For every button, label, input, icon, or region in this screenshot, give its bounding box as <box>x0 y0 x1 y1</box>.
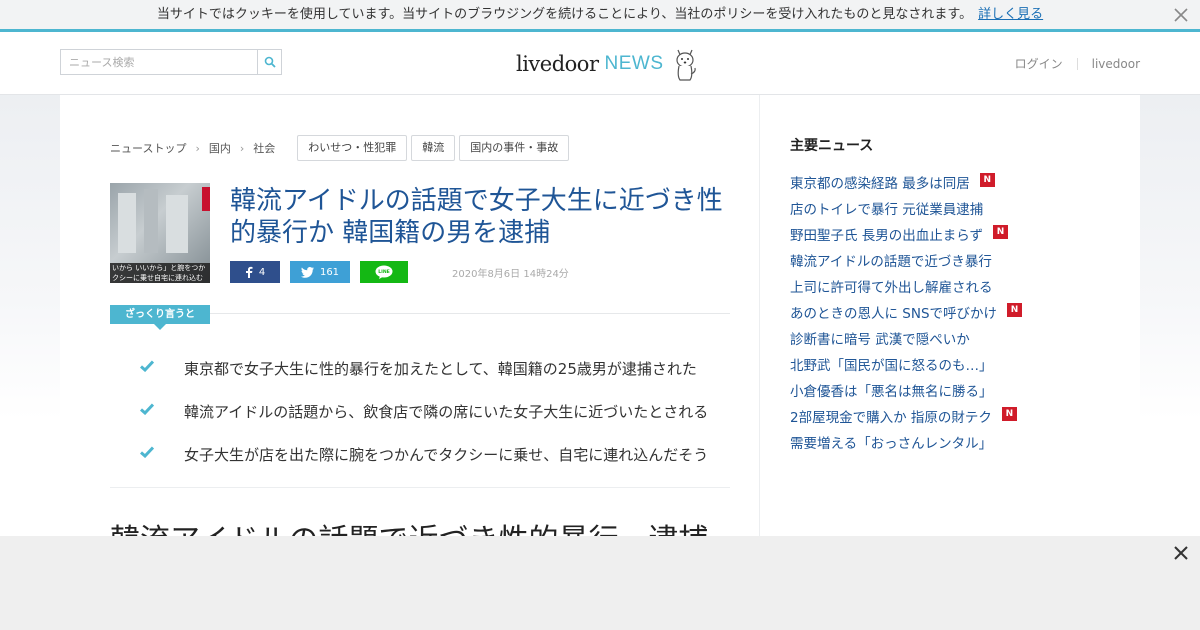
search-input[interactable] <box>61 50 257 74</box>
facebook-share-button[interactable]: 4 <box>230 261 280 283</box>
sidebar: 主要ニュース 東京都の感染経路 最多は同居 N 店のトイレで暴行 元従業員逮捕 野… <box>790 135 1090 455</box>
news-list-item[interactable]: 小倉優香は「悪名は無名に勝る」 <box>790 377 1090 403</box>
cookie-message: 当サイトではクッキーを使用しています。当サイトのブラウジングを続けることにより、… <box>156 7 973 22</box>
news-link[interactable]: 2部屋現金で購入か 指原の財テク <box>790 406 992 426</box>
new-badge: N <box>1007 303 1023 317</box>
news-link[interactable]: 店のトイレで暴行 元従業員逮捕 <box>790 198 983 218</box>
tag-hallyu[interactable]: 韓流 <box>411 135 456 161</box>
bottom-ad-overlay <box>0 536 1200 630</box>
chevron-right-icon: › <box>195 141 200 155</box>
breadcrumb: ニューストップ › 国内 › 社会 わいせつ・性犯罪 韓流 国内の事件・事故 <box>110 135 570 161</box>
header-divider <box>1076 57 1078 70</box>
publish-date: 2020年8月6日 14時24分 <box>452 268 569 280</box>
twitter-icon <box>300 266 314 278</box>
cookie-details-link[interactable]: 詳しく見る <box>978 7 1043 22</box>
tag-sex-crime[interactable]: わいせつ・性犯罪 <box>297 135 408 161</box>
news-list-item[interactable]: 韓流アイドルの話題で近づき暴行 <box>790 247 1090 273</box>
news-link[interactable]: 需要増える「おっさんレンタル」 <box>790 432 992 452</box>
search-form <box>60 49 282 75</box>
new-badge: N <box>993 225 1009 239</box>
share-buttons: 4 161 LINE 2020年8月6日 14時24分 <box>230 261 569 283</box>
news-link[interactable]: 野田聖子氏 長男の出血止まらず <box>790 224 983 244</box>
news-list-item[interactable]: 店のトイレで暴行 元従業員逮捕 <box>790 195 1090 221</box>
cookie-banner: 当サイトではクッキーを使用しています。当サイトのブラウジングを続けることにより、… <box>0 0 1200 32</box>
summary-point-text: 韓流アイドルの話題から、飲食店で隣の席にいた女子大生に近づいたとされる <box>184 403 709 421</box>
facebook-icon <box>245 266 253 278</box>
news-list-item[interactable]: あのときの恩人に SNSで呼びかけ N <box>790 299 1090 325</box>
twitter-share-button[interactable]: 161 <box>290 261 350 283</box>
top-news-list: 東京都の感染経路 最多は同居 N 店のトイレで暴行 元従業員逮捕 野田聖子氏 長男… <box>790 169 1090 455</box>
news-list-item[interactable]: 需要増える「おっさんレンタル」 <box>790 429 1090 455</box>
news-list-item[interactable]: 上司に許可得て外出し解雇される <box>790 273 1090 299</box>
summary-divider <box>210 313 730 314</box>
livedoor-link[interactable]: livedoor <box>1092 57 1140 71</box>
dog-mascot-icon <box>675 49 696 81</box>
tag-domestic-incidents[interactable]: 国内の事件・事故 <box>459 135 570 161</box>
close-icon[interactable] <box>1172 6 1190 24</box>
news-link[interactable]: 韓流アイドルの話題で近づき暴行 <box>790 250 992 270</box>
line-icon-text: LINE <box>378 269 390 275</box>
list-item: 女子大生が店を出た際に腕をつかんでタクシーに乗せ、自宅に連れ込んだそう <box>140 433 740 476</box>
breadcrumb-item-domestic[interactable]: 国内 <box>209 140 231 156</box>
thumb-building-window <box>118 193 136 253</box>
line-share-button[interactable]: LINE <box>360 261 408 283</box>
thumb-caption-line: いから いいから」と腕をつか <box>112 264 206 272</box>
news-link[interactable]: 上司に許可得て外出し解雇される <box>790 276 993 296</box>
news-list-item[interactable]: 診断書に暗号 武漢で隠ぺいか <box>790 325 1090 351</box>
check-icon <box>140 359 154 372</box>
site-logo[interactable]: livedoor NEWS <box>516 44 698 84</box>
close-icon[interactable] <box>1172 544 1190 562</box>
sidebar-title: 主要ニュース <box>790 138 874 154</box>
search-button[interactable] <box>257 50 281 74</box>
login-link[interactable]: ログイン <box>1015 55 1063 72</box>
breadcrumb-item-top[interactable]: ニューストップ <box>110 140 186 156</box>
logo-livedoor-text: livedoor <box>516 52 599 76</box>
thumb-building-window <box>166 195 188 253</box>
news-link[interactable]: 診断書に暗号 武漢で隠ぺいか <box>790 328 970 348</box>
news-list-item[interactable]: 野田聖子氏 長男の出血止まらず N <box>790 221 1090 247</box>
thumb-building-window <box>144 189 158 253</box>
summary-point-text: 東京都で女子大生に性的暴行を加えたとして、韓国籍の25歳男が逮捕された <box>184 360 697 378</box>
breadcrumb-item-society[interactable]: 社会 <box>253 140 275 156</box>
thumb-news-badge <box>202 187 210 211</box>
search-icon <box>264 56 276 68</box>
facebook-count: 4 <box>258 266 266 278</box>
content-divider <box>110 487 730 488</box>
new-badge: N <box>1001 407 1017 421</box>
news-link[interactable]: 北野武「国民が国に怒るのも…」 <box>790 354 993 374</box>
summary-point-text: 女子大生が店を出た際に腕をつかんでタクシーに乗せ、自宅に連れ込んだそう <box>184 446 709 464</box>
thumb-caption: いから いいから」と腕をつか クシーに乗せ自宅に連れ込む <box>110 263 210 283</box>
list-item: 韓流アイドルの話題から、飲食店で隣の席にいた女子大生に近づいたとされる <box>140 390 740 433</box>
site-header: livedoor NEWS ログイン livedoor <box>0 32 1200 95</box>
list-item: 東京都で女子大生に性的暴行を加えたとして、韓国籍の25歳男が逮捕された <box>140 347 740 390</box>
article-headline: 韓流アイドルの話題で女子大生に近づき性的暴行か 韓国籍の男を逮捕 <box>230 186 723 248</box>
line-icon: LINE <box>375 265 393 279</box>
thumb-caption-line: クシーに乗せ自宅に連れ込む <box>112 274 203 282</box>
news-link[interactable]: 小倉優香は「悪名は無名に勝る」 <box>790 380 993 400</box>
news-list-item[interactable]: 2部屋現金で購入か 指原の財テク N <box>790 403 1090 429</box>
news-link[interactable]: 東京都の感染経路 最多は同居 <box>790 172 970 192</box>
article-thumbnail[interactable]: いから いいから」と腕をつか クシーに乗せ自宅に連れ込む <box>110 183 210 283</box>
news-list-item[interactable]: 東京都の感染経路 最多は同居 N <box>790 169 1090 195</box>
news-list-item[interactable]: 北野武「国民が国に怒るのも…」 <box>790 351 1090 377</box>
summary-label: ざっくり言うと <box>110 305 210 330</box>
chevron-right-icon: › <box>239 141 245 155</box>
twitter-count: 161 <box>319 266 340 278</box>
summary-points: 東京都で女子大生に性的暴行を加えたとして、韓国籍の25歳男が逮捕された 韓流アイ… <box>140 347 740 476</box>
logo-news-text: NEWS <box>604 53 664 74</box>
check-icon <box>140 445 154 458</box>
header-links: ログイン livedoor <box>1015 55 1140 72</box>
check-icon <box>140 402 154 415</box>
new-badge: N <box>979 173 995 187</box>
news-link[interactable]: あのときの恩人に SNSで呼びかけ <box>790 302 997 322</box>
